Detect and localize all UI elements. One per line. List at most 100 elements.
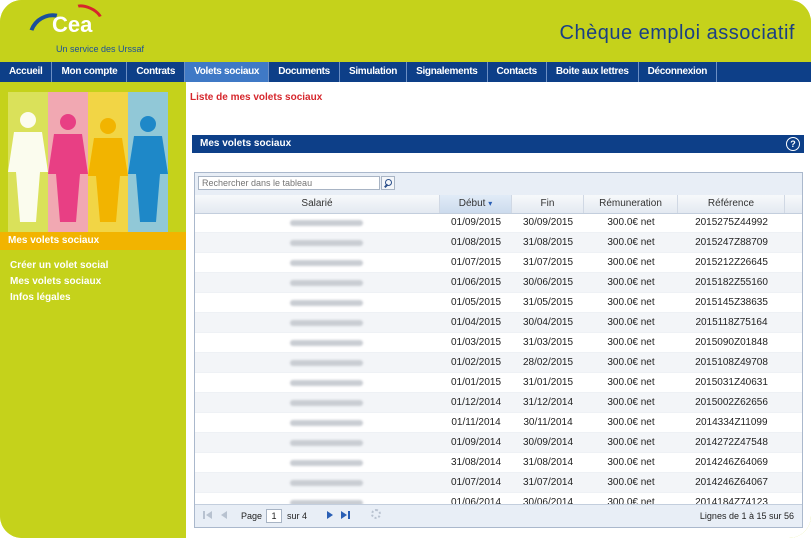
next-page-icon[interactable] [325,510,335,520]
nav-item-mon-compte[interactable]: Mon compte [52,62,128,82]
cell-salarie [195,313,440,332]
pager: Page 1 sur 4 Lignes de 1 à 15 sur 56 [195,504,802,527]
cell-remuneration: 300.0€ net [607,477,655,488]
cell-salarie [195,453,440,472]
refresh-icon[interactable] [371,509,381,519]
redacted-name [290,420,363,426]
logo[interactable]: Cea [52,12,92,38]
sidebar-banner [0,82,186,232]
table-row[interactable]: 01/03/2015 31/03/2015 300.0€ net 2015090Z01… [195,333,802,353]
table-row[interactable]: 01/11/2014 30/11/2014 300.0€ net 2014334Z11… [195,413,802,433]
cell-fin: 30/11/2014 [523,417,573,428]
redacted-name [290,240,363,246]
table-row[interactable]: 01/07/2015 31/07/2015 300.0€ net 2015212Z26… [195,253,802,273]
redacted-name [290,360,363,366]
table-row[interactable]: 01/04/2015 30/04/2015 300.0€ net 2015118Z75… [195,313,802,333]
col-header-reference[interactable]: Référence [678,195,785,213]
nav-item-volets-sociaux[interactable]: Volets sociaux [185,62,270,82]
cell-reference: 2015090Z01848 [695,337,768,348]
prev-page-icon[interactable] [219,510,229,520]
cell-remuneration: 300.0€ net [607,397,655,408]
table-row[interactable]: 01/06/2015 30/06/2015 300.0€ net 2015182Z55… [195,273,802,293]
col-header-debut-label: Début [458,198,486,209]
nav-item-boite-aux-lettres[interactable]: Boite aux lettres [547,62,639,82]
search-input[interactable] [198,176,380,190]
cell-reference: 2015002Z62656 [695,397,768,408]
table-row[interactable]: 01/08/2015 31/08/2015 300.0€ net 2015247Z88… [195,233,802,253]
nav-item-accueil[interactable]: Accueil [0,62,53,82]
cell-salarie [195,213,440,232]
table-row[interactable]: 01/09/2015 30/09/2015 300.0€ net 2015275Z44… [195,213,802,233]
redacted-name [290,480,363,486]
table-row[interactable]: 01/12/2014 31/12/2014 300.0€ net 2015002Z62… [195,393,802,413]
cell-fin: 31/05/2015 [522,297,574,308]
redacted-name [290,300,363,306]
cell-fin: 30/09/2014 [522,437,574,448]
cell-salarie [195,433,440,452]
cell-reference: 2014246Z64069 [695,457,768,468]
help-icon[interactable]: ? [786,137,800,151]
cell-remuneration: 300.0€ net [607,217,655,228]
col-header-fin[interactable]: Fin [512,195,584,213]
cell-fin: 30/04/2015 [522,317,574,328]
cell-debut: 01/05/2015 [450,297,502,308]
cell-fin: 30/09/2015 [522,217,574,228]
cell-debut: 01/06/2015 [450,277,502,288]
nav-item-documents[interactable]: Documents [269,62,340,82]
nav-item-d-connexion[interactable]: Déconnexion [639,62,718,82]
col-header-remuneration[interactable]: Rémuneration [584,195,678,213]
table-row[interactable]: 01/02/2015 28/02/2015 300.0€ net 2015108Z49… [195,353,802,373]
sidebar-link-create[interactable]: Créer un volet social [10,260,108,271]
last-page-icon[interactable] [341,510,351,520]
header: Cea Un service des Urssaf Chèque emploi … [0,0,811,62]
main-content: Liste de mes volets sociaux Mes volets s… [186,82,811,538]
table-row[interactable]: 01/09/2014 30/09/2014 300.0€ net 2014272Z47… [195,433,802,453]
cell-debut: 01/04/2015 [450,317,502,328]
search-button[interactable] [381,176,395,190]
redacted-name [290,380,363,386]
cell-reference: 2014334Z11099 [695,417,768,428]
cell-remuneration: 300.0€ net [607,377,655,388]
col-header-debut[interactable]: Début ▾ [440,195,512,213]
page-count: sur 4 [287,511,308,521]
cell-fin: 31/07/2015 [522,257,574,268]
cell-debut: 01/07/2014 [450,477,502,488]
table-row[interactable]: 01/01/2015 31/01/2015 300.0€ net 2015031Z40… [195,373,802,393]
cell-debut: 01/12/2014 [450,397,502,408]
table-header: Salarié Début ▾ Fin Rémuneration Référen… [195,195,802,214]
data-grid: Salarié Début ▾ Fin Rémuneration Référen… [194,172,803,528]
nav-item-signalements[interactable]: Signalements [407,62,488,82]
cell-debut: 01/02/2015 [450,357,502,368]
cell-fin: 28/02/2015 [522,357,574,368]
table-row[interactable]: 01/07/2014 31/07/2014 300.0€ net 2014246Z64… [195,473,802,493]
cell-reference: 2015275Z44992 [695,217,768,228]
sidebar-link-list[interactable]: Mes volets sociaux [10,276,101,287]
cell-fin: 31/08/2014 [522,457,574,468]
cell-remuneration: 300.0€ net [607,357,655,368]
cell-reference: 2014272Z47548 [695,437,768,448]
table-row[interactable]: 31/08/2014 31/08/2014 300.0€ net 2014246Z64… [195,453,802,473]
sidebar-link-legal[interactable]: Infos légales [10,292,71,303]
redacted-name [290,280,363,286]
cell-fin: 31/12/2014 [522,397,574,408]
redacted-name [290,460,363,466]
redacted-name [290,260,363,266]
cell-fin: 31/08/2015 [522,237,574,248]
nav-item-contrats[interactable]: Contrats [127,62,186,82]
cell-salarie [195,293,440,312]
panel-header: Mes volets sociaux ? [192,135,804,153]
cell-reference: 2015031Z40631 [695,377,768,388]
grid-toolbar [195,173,802,196]
nav-item-simulation[interactable]: Simulation [340,62,408,82]
table-row[interactable]: 01/05/2015 31/05/2015 300.0€ net 2015145Z38… [195,293,802,313]
redacted-name [290,340,363,346]
redacted-name [290,440,363,446]
pager-summary: Lignes de 1 à 15 sur 56 [699,511,794,521]
cell-debut: 01/09/2014 [450,437,502,448]
nav-item-contacts[interactable]: Contacts [488,62,547,82]
cell-salarie [195,393,440,412]
first-page-icon[interactable] [203,510,213,520]
page-input[interactable]: 1 [266,509,282,523]
col-header-salarie[interactable]: Salarié [195,195,440,213]
people-illustration [0,82,186,232]
